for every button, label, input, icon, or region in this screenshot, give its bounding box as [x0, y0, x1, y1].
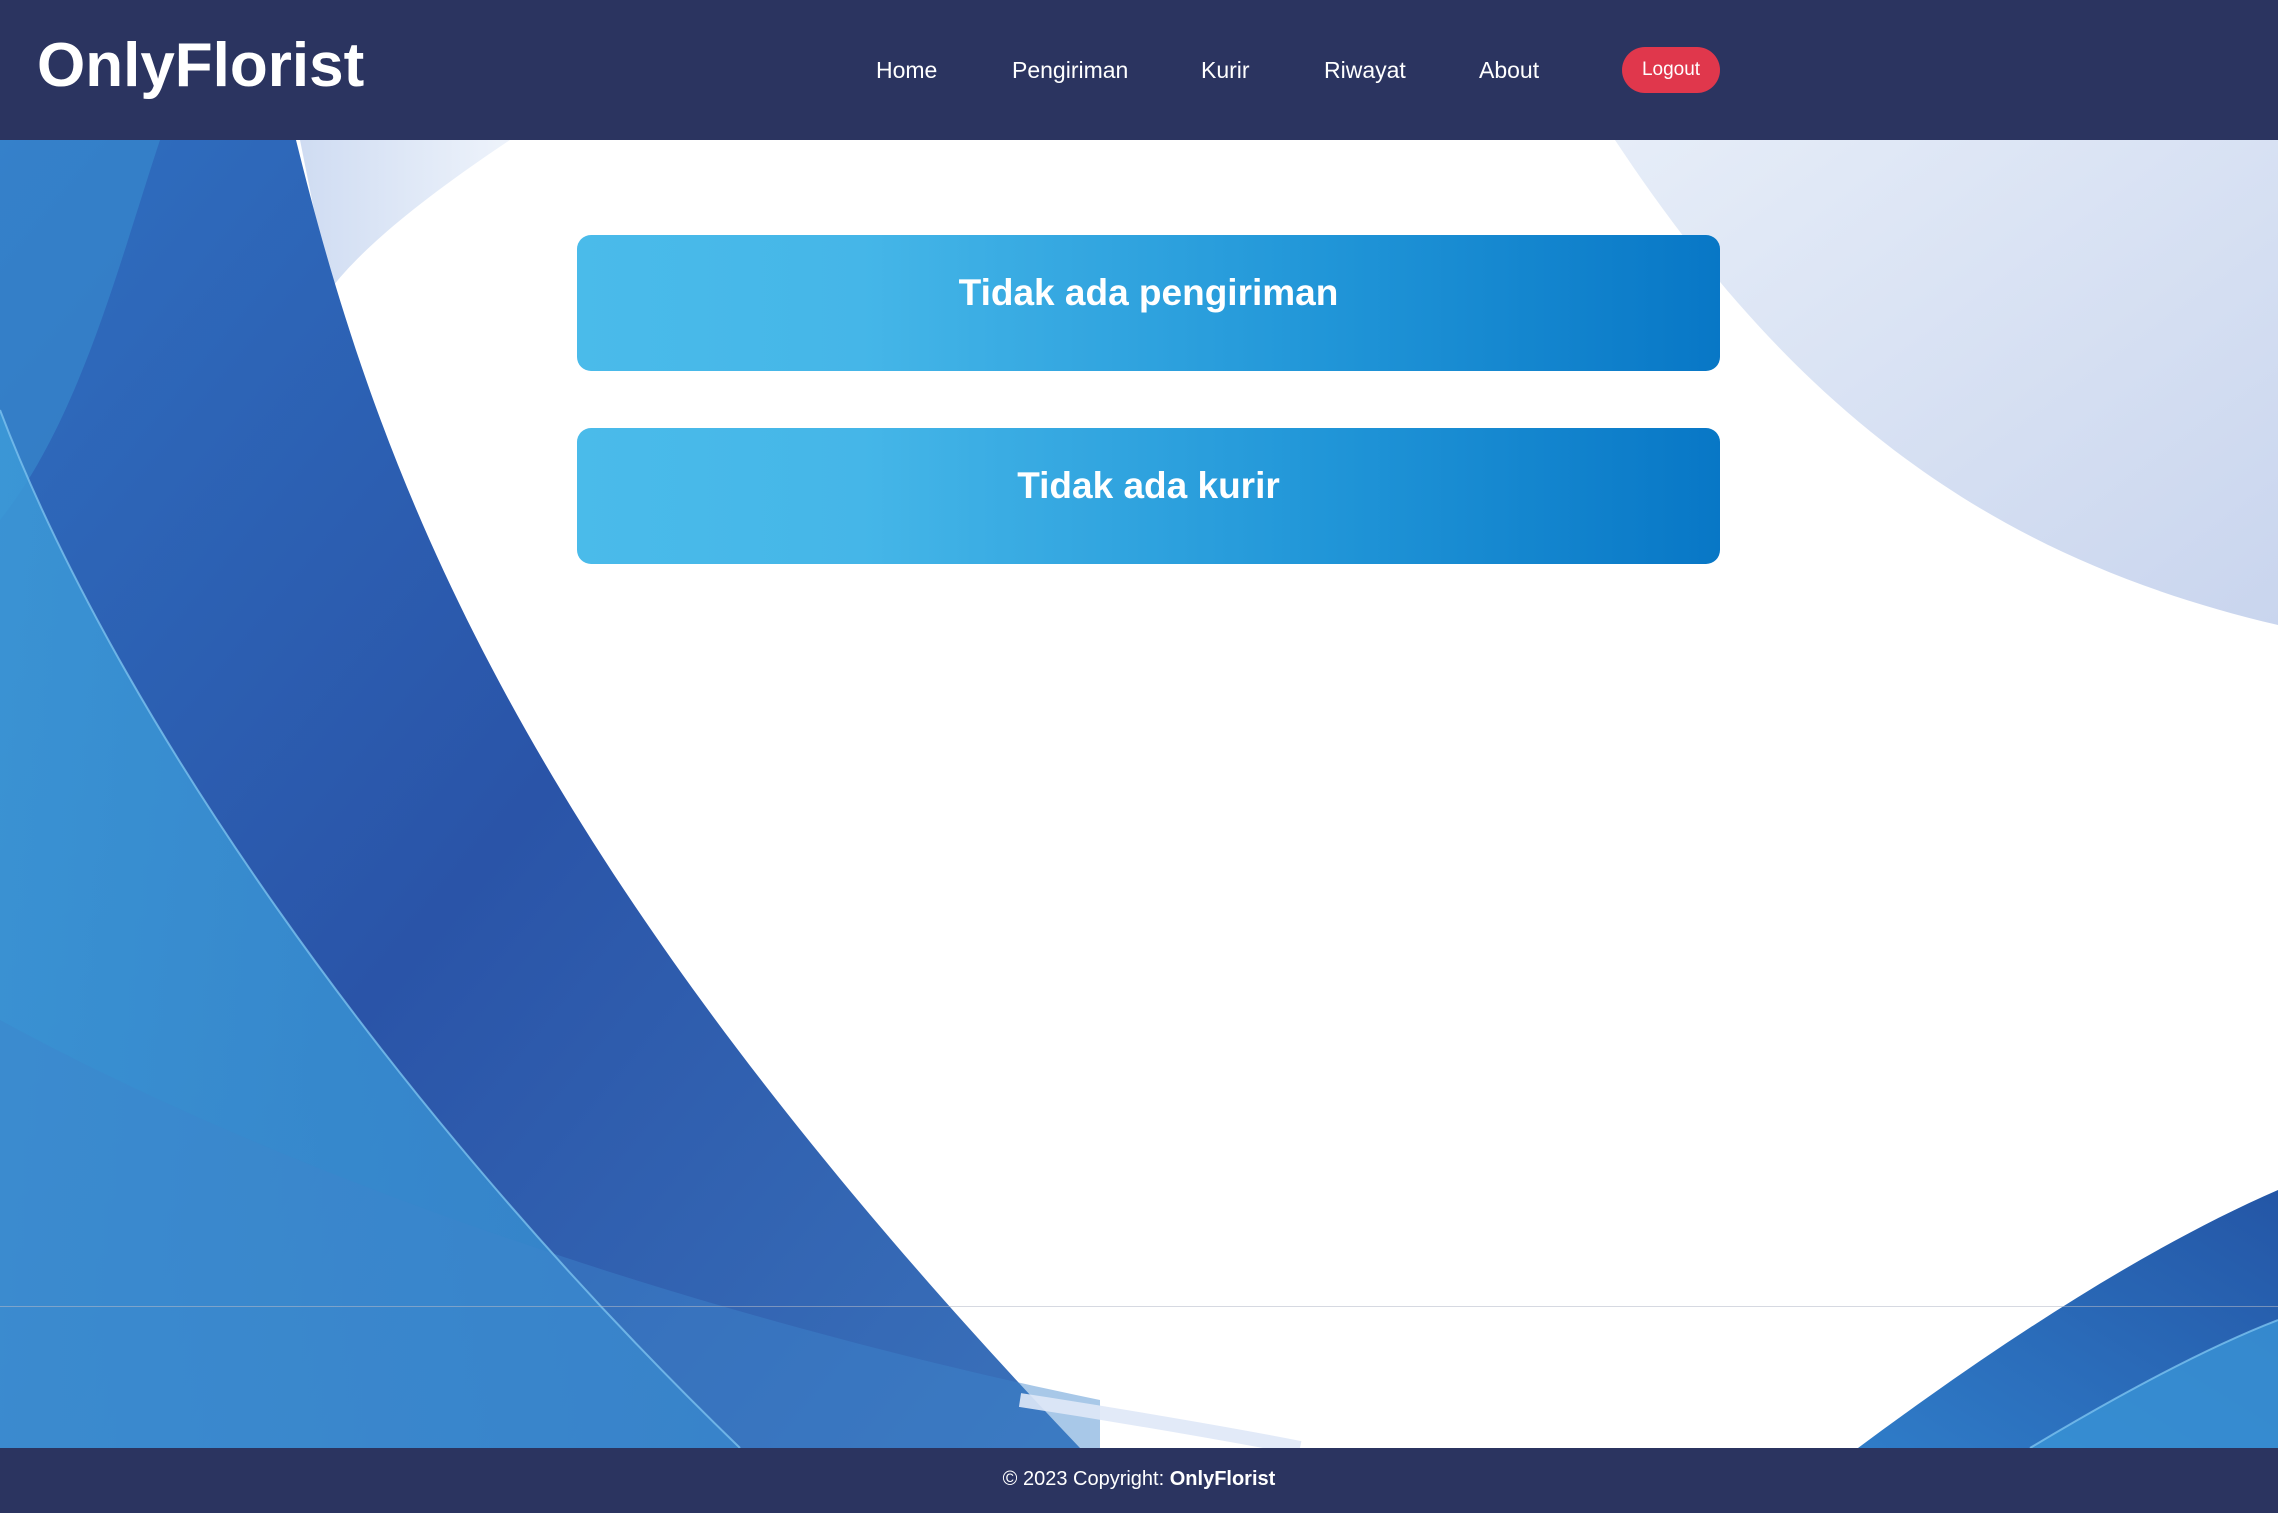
kurir-card-title: Tidak ada kurir	[1017, 465, 1280, 506]
nav-link-riwayat[interactable]: Riwayat	[1324, 50, 1406, 90]
pengiriman-card-title: Tidak ada pengiriman	[958, 272, 1339, 313]
footer-copyright: © 2023 Copyright: OnlyFlorist	[0, 1465, 2278, 1493]
background-waves	[0, 140, 2278, 1455]
footer: © 2023 Copyright: OnlyFlorist	[0, 1448, 2278, 1513]
nav-link-pengiriman[interactable]: Pengiriman	[1012, 50, 1128, 90]
pengiriman-card: Tidak ada pengiriman	[577, 235, 1720, 371]
nav-link-about[interactable]: About	[1479, 50, 1539, 90]
nav-link-kurir[interactable]: Kurir	[1201, 50, 1250, 90]
footer-brand-link[interactable]: OnlyFlorist	[1170, 1468, 1276, 1490]
kurir-card: Tidak ada kurir	[577, 428, 1720, 564]
copyright-text: © 2023 Copyright:	[1002, 1468, 1165, 1490]
logout-button[interactable]: Logout	[1622, 47, 1720, 93]
footer-divider	[0, 1306, 2278, 1307]
navbar: OnlyFlorist Home Pengiriman Kurir Riwaya…	[0, 0, 2278, 140]
brand-logo[interactable]: OnlyFlorist	[37, 28, 364, 104]
nav-link-home[interactable]: Home	[876, 50, 937, 90]
